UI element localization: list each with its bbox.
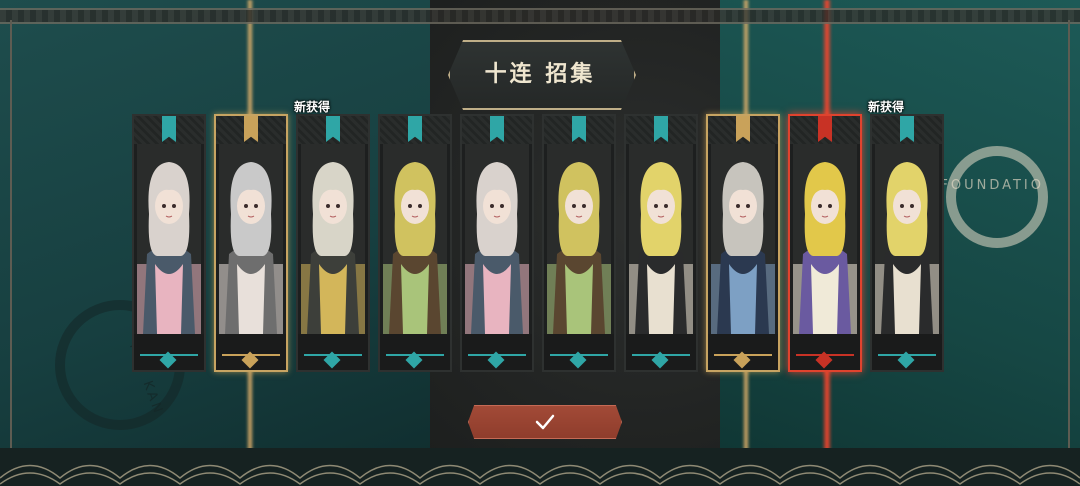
character-card[interactable]: [624, 114, 698, 372]
character-portrait: [711, 144, 775, 334]
confirm-button[interactable]: [468, 405, 622, 439]
card-footer: [462, 334, 532, 370]
card-header: [544, 116, 614, 144]
rarity-ribbon: [736, 116, 750, 142]
card-header: [462, 116, 532, 144]
card-footer: [708, 334, 778, 370]
card-header: [216, 116, 286, 144]
rarity-ribbon: [654, 116, 668, 142]
character-portrait: [465, 144, 529, 334]
character-card[interactable]: [378, 114, 452, 372]
card-footer: [134, 334, 204, 370]
character-portrait: [547, 144, 611, 334]
card-footer: [216, 334, 286, 370]
card-footer: [872, 334, 942, 370]
character-portrait: [301, 144, 365, 334]
checkmark-icon: [535, 414, 555, 430]
card-header: [708, 116, 778, 144]
character-card[interactable]: [132, 114, 206, 372]
new-acquired-badge: 新获得: [294, 100, 331, 114]
left-frame-border: [10, 20, 12, 486]
character-card[interactable]: [706, 114, 780, 372]
character-card[interactable]: [788, 114, 862, 372]
character-portrait: [629, 144, 693, 334]
rarity-ribbon: [900, 116, 914, 142]
card-header: [134, 116, 204, 144]
character-portrait: [137, 144, 201, 334]
character-card[interactable]: [296, 114, 370, 372]
card-header: [872, 116, 942, 144]
character-portrait: [875, 144, 939, 334]
card-header: [380, 116, 450, 144]
rarity-ribbon: [326, 116, 340, 142]
page-title: 十连 招集: [484, 61, 596, 87]
character-portrait: [219, 144, 283, 334]
right-frame-border: [1068, 20, 1070, 486]
card-header: [626, 116, 696, 144]
top-frame-border: [0, 8, 1080, 24]
card-footer: [790, 334, 860, 370]
card-header: [790, 116, 860, 144]
rarity-ribbon: [162, 116, 176, 142]
new-acquired-badge: 新获得: [868, 100, 905, 114]
foundation-seal-text: FOUNDATIO: [940, 178, 1044, 193]
card-header: [298, 116, 368, 144]
foundation-seal: [946, 146, 1048, 248]
rarity-ribbon: [818, 116, 832, 142]
card-footer: [380, 334, 450, 370]
character-portrait: [383, 144, 447, 334]
rarity-ribbon: [244, 116, 258, 142]
character-card[interactable]: [214, 114, 288, 372]
character-card[interactable]: [542, 114, 616, 372]
character-card[interactable]: [870, 114, 944, 372]
character-portrait: [793, 144, 857, 334]
rarity-ribbon: [572, 116, 586, 142]
card-footer: [298, 334, 368, 370]
card-footer: [626, 334, 696, 370]
rarity-ribbon: [490, 116, 504, 142]
character-card[interactable]: [460, 114, 534, 372]
wave-pattern-footer: [0, 448, 1080, 486]
rarity-ribbon: [408, 116, 422, 142]
card-footer: [544, 334, 614, 370]
